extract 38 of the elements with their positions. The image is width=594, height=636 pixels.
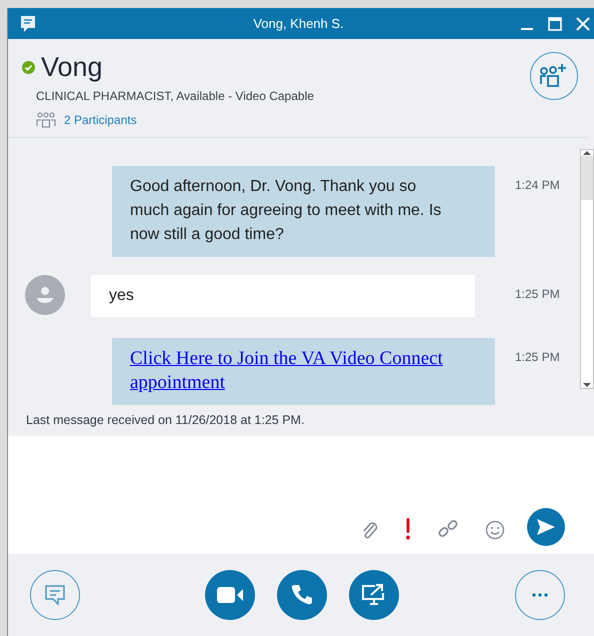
more-button[interactable] [515, 570, 565, 620]
contact-details: CLINICAL PHARMACIST, Available - Video Capable [36, 89, 315, 103]
last-message-note: Last message received on 11/26/2018 at 1:25 PM. [25, 413, 306, 427]
call-button[interactable] [276, 570, 326, 620]
contact-name: Vong [41, 51, 103, 83]
emoji-icon[interactable] [485, 520, 505, 540]
link-icon[interactable] [437, 518, 459, 540]
message-bubble: yes [91, 275, 475, 317]
message-time: 1:25 PM [515, 287, 560, 301]
scroll-down-icon[interactable] [583, 382, 591, 388]
message-bubble: Good afternoon, Dr. Vong. Thank you so much again for agreeing to meet with me. Is now still a good time? [112, 166, 495, 257]
scrollbar[interactable] [580, 149, 594, 389]
participants-link[interactable]: 2 Participants [64, 113, 137, 127]
video-icon [216, 586, 244, 604]
chat-icon [43, 583, 67, 607]
scroll-thumb[interactable] [581, 156, 593, 200]
message-input[interactable] [8, 436, 594, 554]
avatar-icon [25, 275, 65, 315]
importance-icon[interactable] [405, 518, 411, 540]
chat-icon [19, 14, 37, 32]
join-link[interactable]: Click Here to Join the VA Video Connect appointment [130, 347, 455, 395]
video-button[interactable] [204, 570, 254, 620]
close-icon[interactable] [576, 16, 590, 30]
more-icon [531, 593, 549, 597]
share-screen-icon [360, 583, 386, 607]
phone-icon [290, 583, 314, 607]
chat-button[interactable] [30, 570, 80, 620]
message-time: 1:25 PM [515, 350, 560, 364]
window-title: Vong, Khenh S. [252, 16, 345, 31]
add-people-button[interactable] [530, 52, 578, 100]
people-icon [36, 112, 56, 128]
send-icon [536, 518, 556, 536]
add-people-icon [539, 63, 569, 89]
send-button[interactable] [527, 508, 565, 546]
paperclip-icon[interactable] [361, 520, 379, 540]
message-time: 1:24 PM [515, 178, 560, 192]
share-screen-button[interactable] [348, 570, 398, 620]
maximize-icon[interactable] [548, 16, 562, 30]
